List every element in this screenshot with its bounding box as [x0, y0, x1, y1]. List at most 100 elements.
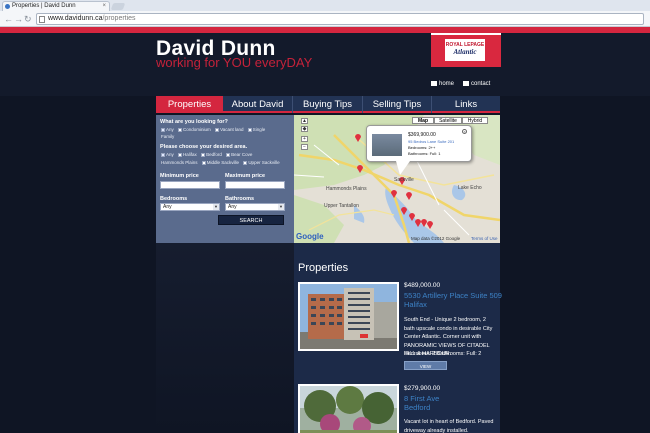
map-place-sackville: Sackville	[394, 177, 414, 183]
nav-buying-tips[interactable]: Buying Tips	[293, 96, 362, 113]
listing-city[interactable]: Bedford	[404, 403, 430, 412]
tab-title: Properties | David Dunn	[12, 3, 76, 9]
nav-links[interactable]: Links	[432, 96, 500, 113]
map-terms-link[interactable]: Terms of Use	[471, 236, 498, 241]
address-bar[interactable]: www.davidunn.ca/properties	[36, 13, 644, 25]
listing-photo[interactable]	[298, 282, 399, 351]
checkbox-middle-sackville[interactable]	[201, 161, 206, 165]
checkbox-any[interactable]	[161, 128, 165, 132]
building-photo-icon	[300, 284, 397, 349]
listing-price: $279,900.00	[404, 385, 441, 392]
min-price-input[interactable]	[160, 181, 220, 189]
listing-description: Vacant lot in heart of Bedford. Paved dr…	[404, 419, 494, 433]
listing-city[interactable]: Halifax	[404, 300, 427, 309]
area-upper-sackville-label: Upper Sackville	[248, 160, 280, 165]
chevron-down-icon: ▼	[213, 204, 219, 210]
page-icon	[39, 16, 45, 23]
checkbox-condominium[interactable]	[178, 128, 183, 132]
back-icon[interactable]: ←	[4, 14, 13, 24]
bathrooms-label: Bathrooms	[225, 196, 255, 202]
site-header	[0, 33, 650, 96]
home-icon	[431, 81, 437, 86]
type-options: Any Condominium Vacant land Single	[161, 127, 265, 132]
reload-icon[interactable]: ↻	[24, 14, 32, 24]
nav-properties[interactable]: Properties	[156, 96, 223, 113]
type-condominium-label: Condominium	[183, 127, 211, 132]
map-place-upper-tantallon: Upper Tantallon	[324, 203, 359, 209]
type-single-label: Single	[252, 127, 266, 132]
checkbox-vacant-land[interactable]	[215, 128, 220, 132]
pan-icon[interactable]: ◆	[301, 126, 308, 132]
map-place-lake-echo: Lake Echo	[458, 185, 482, 191]
logo-mark: ROYAL LEPAGE Atlantic	[445, 39, 485, 61]
area-any-label: Any	[166, 152, 174, 157]
listing-rooms: Bedrooms: 2 Bathrooms: Full: 2	[404, 351, 482, 357]
search-button[interactable]: SEARCH	[218, 215, 284, 225]
bedrooms-label: Bedrooms	[160, 196, 188, 202]
listing-address-link[interactable]: 8 First Ave	[404, 394, 439, 403]
checkbox-halifax[interactable]	[178, 153, 183, 157]
pan-up-icon[interactable]: ▲	[301, 118, 308, 124]
main-nav: Properties About David Buying Tips Selli…	[156, 96, 500, 113]
contact-link[interactable]: contact	[463, 81, 490, 87]
left-column	[156, 243, 294, 433]
info-price: $369,900.00	[408, 132, 436, 138]
looking-for-label: What are you looking for?	[160, 119, 228, 125]
max-price-input[interactable]	[225, 181, 285, 189]
bathrooms-value: Any	[228, 204, 237, 210]
contact-link-label: contact	[471, 81, 491, 87]
forward-icon[interactable]: →	[14, 14, 23, 24]
area-middle-sackville-label: Middle Sackville	[206, 160, 240, 165]
map-type-satellite[interactable]: Satellite	[434, 117, 462, 124]
listing-photo[interactable]	[298, 384, 399, 433]
logo-region-text: Atlantic	[453, 48, 477, 56]
properties-heading: Properties	[298, 262, 349, 274]
info-address-link[interactable]: 95 Bedros Lane Suite 201	[408, 139, 454, 144]
chevron-down-icon: ▼	[278, 204, 284, 210]
google-logo: Google	[296, 232, 324, 241]
bedrooms-value: Any	[163, 204, 172, 210]
info-bedrooms: Bedrooms: 2++	[408, 145, 436, 150]
type-vacant-land-label: Vacant land	[220, 127, 244, 132]
bathrooms-select[interactable]: Any ▼	[225, 203, 285, 211]
min-price-label: Minimum price	[160, 173, 199, 179]
checkbox-bear-cove[interactable]	[226, 153, 231, 157]
area-halifax-label: Halifax	[183, 152, 197, 157]
checkbox-area-any[interactable]	[161, 153, 165, 157]
zoom-out-icon[interactable]: −	[301, 144, 308, 150]
nav-about-david[interactable]: About David	[223, 96, 292, 113]
home-link[interactable]: home	[431, 81, 454, 87]
listing-address-link[interactable]: 5530 Artillery Place Suite 509	[404, 291, 502, 300]
map-info-window: $369,900.00 95 Bedros Lane Suite 201 Bed…	[366, 125, 472, 162]
area-label: Please choose your desired area.	[160, 144, 248, 150]
area-bear-cove-label: Bear Cove	[231, 152, 253, 157]
listing-thumbnail[interactable]	[372, 134, 402, 156]
lot-photo-icon	[300, 386, 397, 433]
area-hammonds-plains-label: Hammonds Plains	[161, 160, 198, 165]
tab-close-icon[interactable]: ×	[102, 3, 106, 9]
checkbox-upper-sackville[interactable]	[243, 161, 248, 165]
close-icon[interactable]: ×	[462, 129, 467, 134]
area-bedford-label: Bedford	[206, 152, 222, 157]
map-type-hybrid[interactable]: Hybrid	[462, 117, 488, 124]
site-tagline: working for YOU everyDAY	[156, 55, 313, 70]
type-any-label: Any	[166, 127, 174, 132]
url-path: /properties	[102, 15, 136, 22]
info-window-pointer	[396, 161, 410, 175]
url-host: www.davidunn.ca	[48, 15, 103, 22]
home-link-label: home	[439, 81, 455, 87]
view-listing-button[interactable]: VIEW	[404, 361, 447, 370]
checkbox-bedford[interactable]	[201, 153, 206, 157]
max-price-label: Maximum price	[225, 173, 266, 179]
area-options-row1: Any Halifax Bedford Bear Cove	[161, 152, 252, 157]
mail-icon	[463, 81, 469, 86]
checkbox-single-family[interactable]	[247, 128, 252, 132]
info-bathrooms: Bathrooms: Full: 1	[408, 151, 441, 156]
zoom-in-icon[interactable]: +	[301, 136, 308, 142]
listing-price: $489,000.00	[404, 282, 441, 289]
area-options-row2: Hammonds Plains Middle Sackville Upper S…	[161, 160, 280, 165]
royal-lepage-logo[interactable]: ROYAL LEPAGE Atlantic	[431, 33, 501, 67]
nav-selling-tips[interactable]: Selling Tips	[363, 96, 431, 113]
map-type-map[interactable]: Map	[412, 117, 434, 124]
bedrooms-select[interactable]: Any ▼	[160, 203, 220, 211]
